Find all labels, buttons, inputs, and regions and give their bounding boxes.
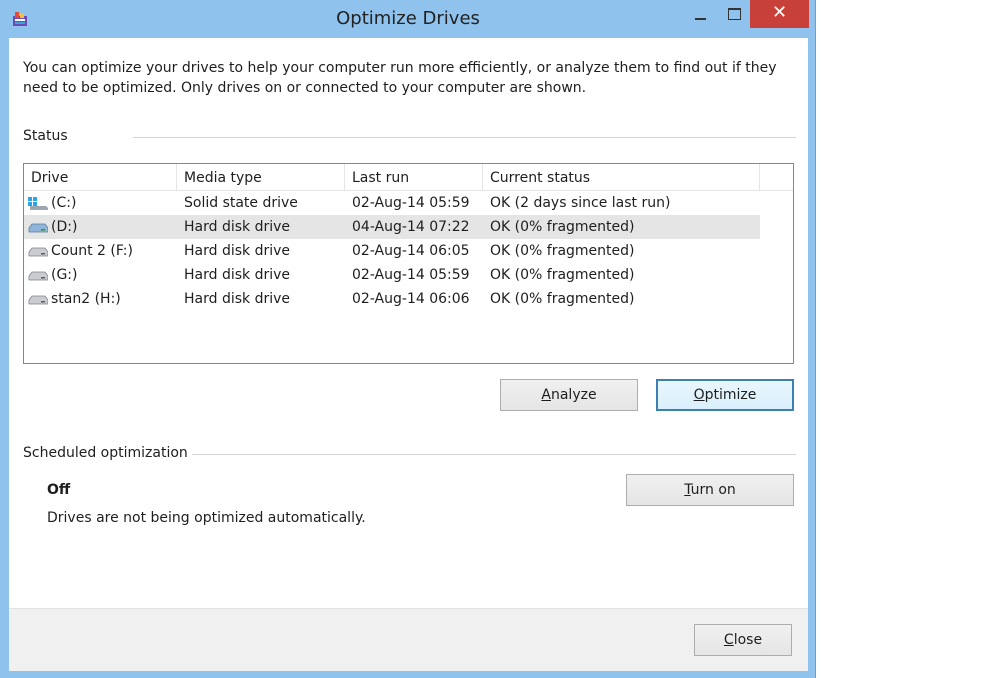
hard-drive-icon	[28, 223, 48, 233]
drive-row-d[interactable]: (D:) Hard disk drive 04-Aug-14 07:22 OK …	[24, 215, 760, 239]
close-icon: ✕	[771, 2, 788, 23]
status-section-label: Status	[23, 128, 68, 144]
hard-drive-icon	[28, 271, 48, 281]
column-header-media-type[interactable]: Media type	[177, 164, 345, 190]
drive-row-f[interactable]: Count 2 (F:) Hard disk drive 02-Aug-14 0…	[24, 239, 760, 263]
media-type: Hard disk drive	[184, 219, 291, 235]
windows-drive-icon	[28, 197, 48, 210]
close-button[interactable]: Close	[694, 624, 792, 656]
drives-list[interactable]: Drive Media type Last run Current status…	[23, 163, 794, 364]
schedule-description: Drives are not being optimized automatic…	[47, 510, 366, 526]
drive-name: (D:)	[51, 219, 78, 235]
current-status: OK (0% fragmented)	[490, 291, 635, 307]
minimize-button[interactable]	[684, 0, 718, 28]
last-run: 02-Aug-14 06:05	[352, 243, 470, 259]
column-header-drive[interactable]: Drive	[24, 164, 177, 190]
current-status: OK (0% fragmented)	[490, 267, 635, 283]
status-divider	[133, 137, 796, 138]
current-status: OK (0% fragmented)	[490, 219, 635, 235]
last-run: 02-Aug-14 05:59	[352, 195, 470, 211]
drive-name: Count 2 (F:)	[51, 243, 133, 259]
last-run: 02-Aug-14 06:06	[352, 291, 470, 307]
drive-row-h[interactable]: stan2 (H:) Hard disk drive 02-Aug-14 06:…	[24, 287, 760, 311]
hard-drive-icon	[28, 295, 48, 305]
drive-name: stan2 (H:)	[51, 291, 121, 307]
media-type: Hard disk drive	[184, 243, 291, 259]
last-run: 04-Aug-14 07:22	[352, 219, 470, 235]
close-accelerator: C	[723, 632, 734, 648]
analyze-label: nalyze	[550, 387, 597, 403]
analyze-accelerator: A	[541, 387, 551, 403]
schedule-state: Off	[47, 482, 71, 498]
dialog-footer: Close	[9, 608, 808, 671]
optimize-drives-window: Optimize Drives ✕ You can optimize your …	[0, 0, 816, 678]
drive-name: (G:)	[51, 267, 78, 283]
maximize-icon	[728, 8, 741, 20]
drive-row-g[interactable]: (G:) Hard disk drive 02-Aug-14 05:59 OK …	[24, 263, 760, 287]
media-type: Solid state drive	[184, 195, 298, 211]
drive-name: (C:)	[51, 195, 77, 211]
dialog-client-area: You can optimize your drives to help you…	[9, 38, 808, 671]
column-header-current-status[interactable]: Current status	[483, 164, 760, 190]
analyze-button[interactable]: Analyze	[500, 379, 638, 411]
close-label: lose	[733, 632, 763, 648]
column-header-last-run[interactable]: Last run	[345, 164, 483, 190]
last-run: 02-Aug-14 05:59	[352, 267, 470, 283]
minimize-icon	[695, 18, 706, 20]
hard-drive-icon	[28, 247, 48, 257]
scheduled-section-label: Scheduled optimization	[23, 445, 188, 461]
turn-on-button[interactable]: Turn on	[626, 474, 794, 506]
optimize-button[interactable]: Optimize	[656, 379, 794, 411]
description-text: You can optimize your drives to help you…	[23, 60, 777, 96]
turn-on-label: urn on	[690, 482, 736, 498]
optimize-label: ptimize	[704, 387, 757, 403]
current-status: OK (2 days since last run)	[490, 195, 671, 211]
optimize-accelerator: O	[693, 387, 705, 403]
maximize-button[interactable]	[718, 0, 750, 28]
media-type: Hard disk drive	[184, 267, 291, 283]
drive-row-c[interactable]: (C:) Solid state drive 02-Aug-14 05:59 O…	[24, 191, 760, 215]
current-status: OK (0% fragmented)	[490, 243, 635, 259]
scheduled-divider	[192, 454, 796, 455]
drives-list-header: Drive Media type Last run Current status	[24, 164, 793, 191]
media-type: Hard disk drive	[184, 291, 291, 307]
window-close-button[interactable]: ✕	[750, 0, 809, 28]
title-bar[interactable]: Optimize Drives ✕	[0, 0, 816, 38]
